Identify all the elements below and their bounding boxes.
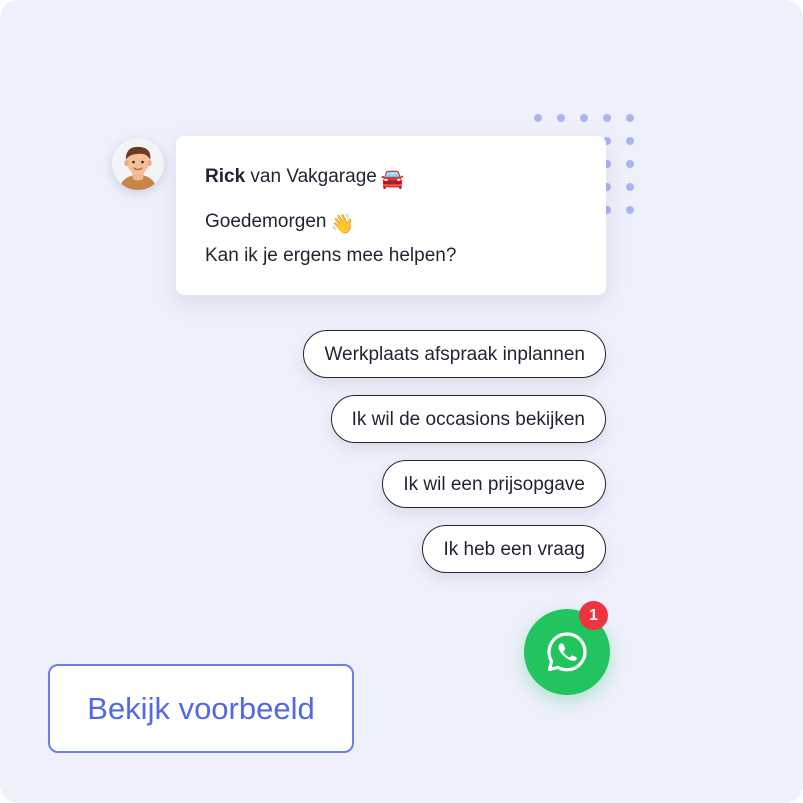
agent-name: Rick: [205, 166, 246, 187]
quick-reply-button[interactable]: Ik wil een prijsopgave: [382, 460, 606, 508]
greeting-text: Goedemorgen: [205, 211, 327, 232]
quick-reply-button[interactable]: Ik heb een vraag: [422, 525, 606, 573]
agent-avatar: [112, 138, 164, 190]
agent-company: van Vakgarage: [250, 166, 377, 187]
whatsapp-icon: [547, 632, 587, 672]
car-emoji-icon: 🚘: [380, 169, 405, 190]
greeting-line: Goedemorgen 👋: [205, 211, 354, 236]
notification-badge: 1: [579, 601, 608, 630]
quick-reply-button[interactable]: Ik wil de occasions bekijken: [330, 395, 606, 443]
message-sender: Rick van Vakgarage 🚘: [205, 166, 405, 191]
quick-reply-button[interactable]: Werkplaats afspraak inplannen: [303, 330, 606, 378]
chat-message-bubble: Rick van Vakgarage 🚘 Goedemorgen 👋 Kan ik …: [176, 136, 606, 295]
widget-preview-card: Rick van Vakgarage 🚘 Goedemorgen 👋 Kan ik …: [0, 0, 803, 803]
question-text: Kan ik je ergens mee helpen?: [205, 245, 457, 266]
waving-hand-emoji-icon: 👋: [330, 214, 355, 235]
view-example-button[interactable]: Bekijk voorbeeld: [48, 664, 354, 753]
